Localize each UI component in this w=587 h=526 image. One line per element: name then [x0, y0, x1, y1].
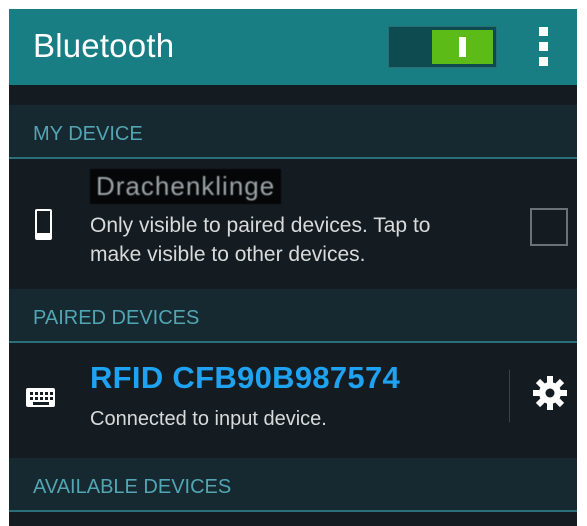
gear-icon[interactable] — [532, 375, 568, 411]
frame-border-left — [0, 0, 9, 526]
my-device-row[interactable]: Drachenklinge Only visible to paired dev… — [9, 159, 577, 289]
bluetooth-toggle[interactable] — [388, 26, 497, 68]
paired-device-status: Connected to input device. — [90, 408, 327, 430]
overflow-menu-icon[interactable] — [539, 27, 549, 67]
frame-border-top — [0, 0, 587, 9]
toggle-knob — [432, 30, 493, 64]
screen: Bluetooth MY DEVICE Drachenklinge Only v… — [0, 0, 587, 526]
action-bar: Bluetooth — [9, 9, 577, 85]
my-device-visibility-line1: Only visible to paired devices. Tap to — [90, 214, 431, 237]
keyboard-icon — [26, 388, 55, 407]
section-label: MY DEVICE — [33, 123, 143, 145]
section-header-available-devices: AVAILABLE DEVICES — [9, 458, 577, 512]
my-device-name: Drachenklinge — [90, 169, 282, 204]
section-label: PAIRED DEVICES — [33, 307, 200, 329]
section-header-my-device: MY DEVICE — [9, 105, 577, 159]
section-label: AVAILABLE DEVICES — [33, 476, 232, 498]
my-device-visibility-line2: make visible to other devices. — [90, 243, 366, 266]
toggle-on-indicator — [459, 37, 466, 57]
page-title: Bluetooth — [33, 27, 175, 64]
frame-border-right — [577, 0, 587, 526]
section-header-paired-devices: PAIRED DEVICES — [9, 289, 577, 343]
phone-icon — [35, 209, 52, 240]
paired-device-name: RFID CFB90B987574 — [90, 360, 401, 395]
section-divider — [9, 510, 577, 512]
paired-device-row[interactable]: RFID CFB90B987574 Connected to input dev… — [9, 343, 577, 451]
visibility-checkbox[interactable] — [530, 208, 568, 246]
row-divider — [509, 370, 510, 422]
